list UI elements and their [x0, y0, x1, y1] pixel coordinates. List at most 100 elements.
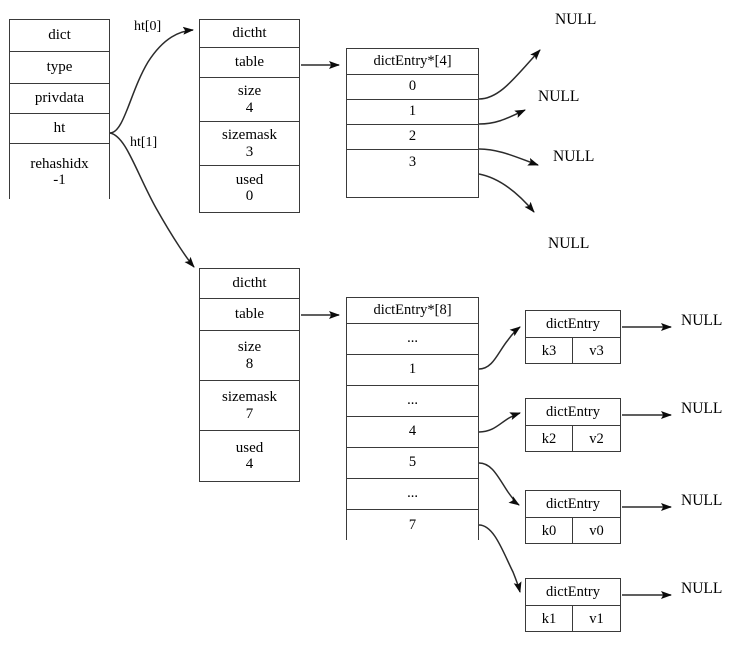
dict-entry-header: dictEntry [526, 579, 620, 606]
dict-field-privdata: privdata [10, 84, 109, 114]
dict-field-label: dict [48, 27, 71, 44]
dict-entry-value-label: v0 [589, 522, 604, 539]
dict-entry-header-label: dictEntry [546, 495, 600, 512]
dict-entry-key: k0 [526, 518, 573, 544]
bucket-row: 7 [347, 510, 478, 541]
bucket-index: 1 [408, 361, 417, 378]
dict-field-value: -1 [53, 172, 66, 188]
dictht1-field-label: size [237, 339, 262, 356]
dictht0-field-value: 0 [245, 188, 254, 204]
null-label: NULL [681, 580, 723, 597]
dictht1-field-label: used [235, 439, 264, 456]
dict-entry-kv: k2 v2 [526, 426, 620, 452]
dictht1-field-sizemask: sizemask 7 [200, 381, 299, 431]
dict-entry-header: dictEntry [526, 399, 620, 426]
dict-field-ht: ht [10, 114, 109, 144]
null-label: NULL [555, 11, 597, 28]
bucket-index: 1 [408, 103, 417, 120]
bucket-index: 5 [408, 454, 417, 471]
dictht1-field-value: 8 [245, 355, 254, 372]
dict-entry-header-label: dictEntry [546, 315, 600, 332]
edge-t4-3 [478, 173, 535, 213]
dict-entry-node: dictEntry k3 v3 [525, 310, 621, 364]
bucket-index: 7 [408, 516, 417, 533]
dict-entry-key-label: k3 [541, 342, 557, 359]
bucket-row: 1 [347, 100, 478, 125]
bucket-index: 0 [408, 78, 417, 95]
dictht0-field-label: sizemask [222, 127, 277, 144]
edge-t4-1 [478, 109, 526, 125]
dict-entry-key-label: k2 [541, 430, 557, 447]
dictht1-field-label: dictht [232, 275, 267, 292]
dict-entry-value: v0 [573, 518, 620, 544]
dictht0-field-value: 3 [245, 143, 254, 160]
bucket-index: 4 [408, 423, 417, 440]
dict-field-label: rehashidx [30, 155, 89, 172]
dict-entry-node: dictEntry k0 v0 [525, 490, 621, 544]
dictht1-field-table: table [200, 299, 299, 331]
dict-entry-value-label: v2 [589, 430, 604, 447]
bucket-table-8-header: dictEntry*[8] [347, 298, 478, 324]
bucket-row: 3 [347, 150, 478, 175]
bucket-row: 2 [347, 125, 478, 150]
dict-entry-key-label: k1 [541, 610, 557, 627]
edge-t8-5 [478, 462, 520, 506]
dictht1-field-value: 4 [245, 456, 254, 472]
dictht1-field-label: table [234, 306, 265, 323]
dict-entry-key: k2 [526, 426, 573, 452]
dictht0-field-used: used 0 [200, 166, 299, 210]
dict-field-rehashidx: rehashidx -1 [10, 144, 109, 200]
bucket-row: ... [347, 324, 478, 355]
dict-field-label: ht [53, 120, 66, 137]
dict-entry-header-label: dictEntry [546, 583, 600, 600]
dictht0-struct-box: dictht table size 4 sizemask 3 used 0 [199, 19, 300, 213]
dictht1-struct-box: dictht table size 8 sizemask 7 used 4 [199, 268, 300, 482]
null-label: NULL [681, 400, 723, 417]
null-label: NULL [553, 148, 595, 165]
dict-entry-header-label: dictEntry [546, 403, 600, 420]
dict-entry-kv: k3 v3 [526, 338, 620, 364]
dictht1-field-size: size 8 [200, 331, 299, 381]
bucket-table-8: dictEntry*[8] ... 1 ... 4 5 ... 7 [346, 297, 479, 541]
bucket-table-4-header-label: dictEntry*[4] [373, 52, 452, 69]
dictht0-field-label: used [235, 171, 264, 188]
dict-entry-header: dictEntry [526, 311, 620, 338]
edge-ht0 [109, 26, 194, 134]
bucket-row: 1 [347, 355, 478, 386]
bucket-row: ... [347, 386, 478, 417]
edge-label-ht0: ht[0] [134, 19, 162, 34]
bucket-index: 3 [408, 153, 417, 170]
null-label: NULL [538, 88, 580, 105]
dict-entry-value-label: v1 [589, 610, 604, 627]
bucket-row: 5 [347, 448, 478, 479]
edge-t8-4 [478, 412, 521, 433]
bucket-index: ... [407, 485, 418, 502]
dictht1-field-value: 7 [245, 405, 254, 422]
dict-entry-value: v3 [573, 338, 620, 364]
dict-field-label: privdata [34, 90, 85, 107]
dict-entry-key: k1 [526, 606, 573, 632]
bucket-table-4-header: dictEntry*[4] [347, 49, 478, 75]
bucket-index: ... [407, 392, 418, 409]
edge-t8-7 [478, 524, 522, 593]
dictht0-field-label: dictht [232, 25, 267, 42]
dict-entry-node: dictEntry k1 v1 [525, 578, 621, 632]
dict-entry-header: dictEntry [526, 491, 620, 518]
dictht1-field-name: dictht [200, 269, 299, 299]
dict-struct-box: dict type privdata ht rehashidx -1 [9, 19, 110, 200]
bucket-table-4: dictEntry*[4] 0 1 2 3 [346, 48, 479, 198]
bucket-row: 4 [347, 417, 478, 448]
dict-field-label: type [46, 59, 73, 76]
dictht1-field-label: sizemask [222, 389, 277, 406]
edge-label-ht1: ht[1] [130, 135, 158, 150]
dict-field-type: type [10, 52, 109, 84]
null-label: NULL [681, 312, 723, 329]
dictht0-field-name: dictht [200, 20, 299, 48]
bucket-row: ... [347, 479, 478, 510]
dict-field-name: dict [10, 20, 109, 52]
null-label: NULL [681, 492, 723, 509]
dict-entry-value: v1 [573, 606, 620, 632]
dict-entry-key-label: k0 [541, 522, 557, 539]
null-label: NULL [548, 235, 590, 252]
dictht0-field-table: table [200, 48, 299, 78]
